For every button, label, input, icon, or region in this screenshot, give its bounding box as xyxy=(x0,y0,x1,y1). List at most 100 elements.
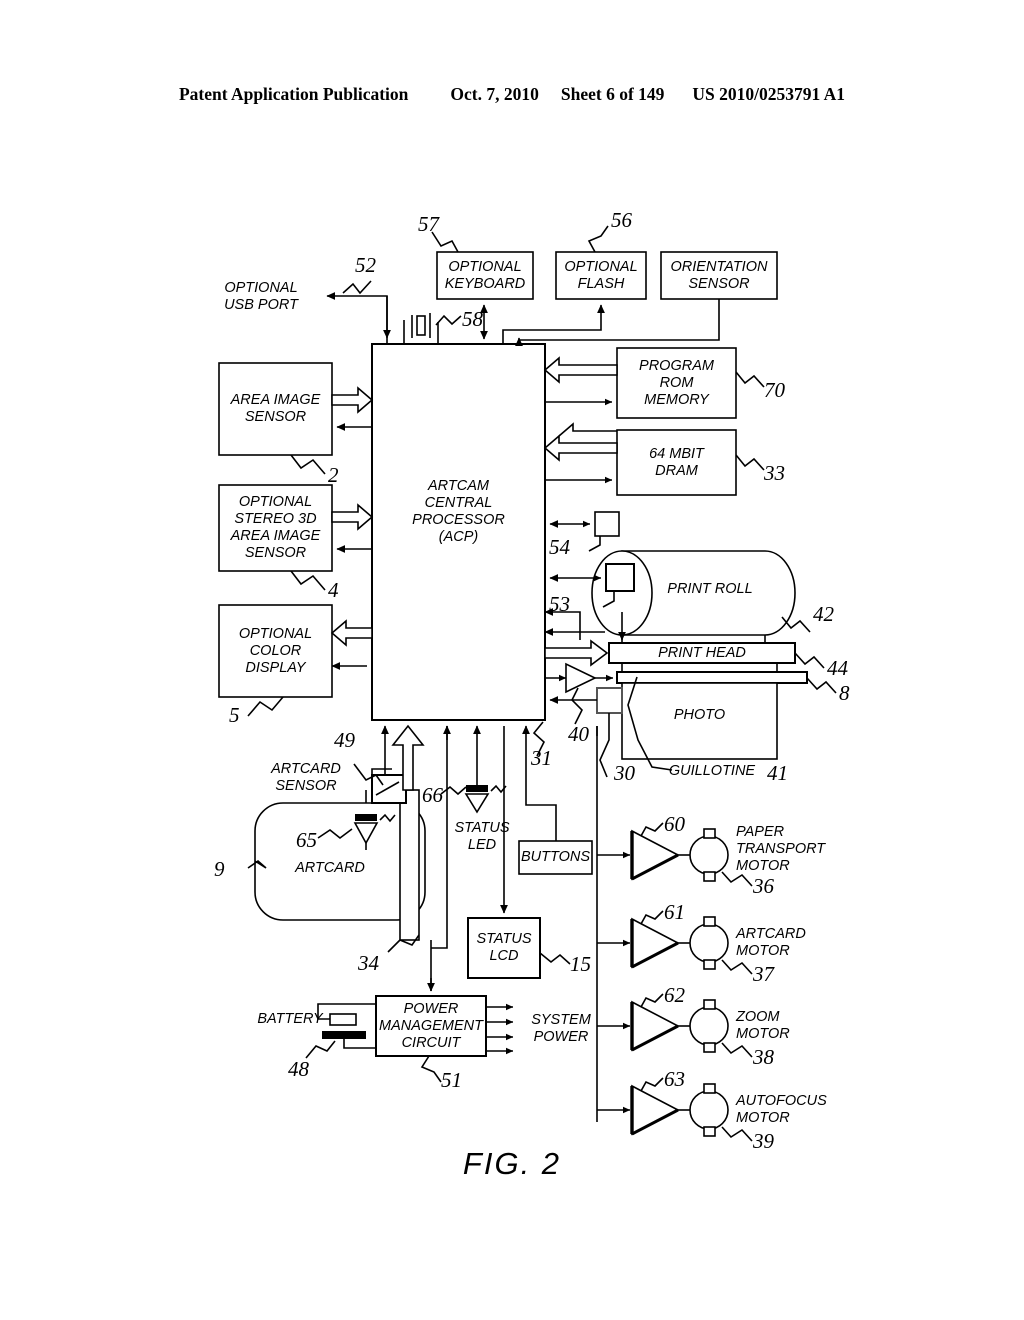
ref-numeral-31: 31 xyxy=(531,746,552,770)
leader-30 xyxy=(599,713,610,778)
motor-37-term-bot xyxy=(703,959,716,970)
box-optional-keyboard xyxy=(436,251,534,300)
wire-usb-port xyxy=(326,292,388,344)
box-node-54 xyxy=(594,511,620,537)
motor-36 xyxy=(689,835,729,875)
ref-numeral-70: 70 xyxy=(764,378,785,402)
leader-60 xyxy=(640,822,664,837)
leader-48 xyxy=(305,1040,336,1059)
motor-38-term-top xyxy=(703,999,716,1010)
ref-numeral-33: 33 xyxy=(764,461,785,485)
ref-numeral-56: 56 xyxy=(611,208,632,232)
leader-4 xyxy=(290,570,326,591)
leader-38 xyxy=(721,1042,753,1058)
bar-paper-8 xyxy=(616,671,808,684)
leader-5 xyxy=(247,696,284,717)
battery-cell-bottom xyxy=(322,1031,366,1039)
leader-62 xyxy=(640,993,664,1008)
figure-caption: FIG. 2 xyxy=(462,1146,562,1181)
box-power-management xyxy=(375,995,487,1057)
ref-numeral-37: 37 xyxy=(753,962,774,986)
shape-amp-40 xyxy=(565,662,597,694)
leader-39 xyxy=(721,1126,753,1142)
ref-numeral-41: 41 xyxy=(767,761,788,785)
leader-54 xyxy=(588,536,601,552)
wire-display-out xyxy=(330,619,373,647)
ref-numeral-52: 52 xyxy=(355,253,376,277)
motor-39 xyxy=(689,1090,729,1130)
leader-40 xyxy=(571,687,583,725)
box-node-30 xyxy=(596,687,623,714)
box-buttons xyxy=(518,840,593,875)
ref-numeral-5: 5 xyxy=(229,703,240,727)
ref-numeral-61: 61 xyxy=(664,900,685,924)
motor-37-term-top xyxy=(703,916,716,927)
wire-orientation xyxy=(515,299,720,346)
wire-ais-out-1 xyxy=(331,386,374,414)
ref-numeral-62: 62 xyxy=(664,983,685,1007)
wire-stereo-out xyxy=(331,503,374,531)
motor-39-term-bot xyxy=(703,1126,716,1137)
motor-36-term-top xyxy=(703,828,716,839)
led66-triangle xyxy=(464,793,490,814)
ref-numeral-48: 48 xyxy=(288,1057,309,1081)
amp-63 xyxy=(631,1084,680,1136)
ref-numeral-4: 4 xyxy=(328,578,339,602)
leader-70 xyxy=(735,371,765,388)
ref-numeral-51: 51 xyxy=(441,1068,462,1092)
box-status-lcd xyxy=(467,917,541,979)
battery-wire-bottom xyxy=(343,1039,376,1049)
leader-63 xyxy=(640,1077,664,1092)
box-optional-flash xyxy=(555,251,647,300)
motor-38 xyxy=(689,1006,729,1046)
box-node-53 xyxy=(605,563,635,592)
battery-cell-top xyxy=(329,1013,357,1026)
wire-dram-arrow-left xyxy=(558,422,617,437)
figure-canvas: OPTIONAL KEYBOARD OPTIONAL FLASH ORIENTA… xyxy=(0,0,1024,1320)
box-photo xyxy=(621,682,778,760)
wire-printhead-bus xyxy=(544,639,609,667)
ref-numeral-44: 44 xyxy=(827,656,848,680)
leader-37 xyxy=(721,959,753,975)
ref-numeral-57: 57 xyxy=(418,212,439,236)
leader-2 xyxy=(290,454,326,475)
leader-61 xyxy=(640,910,664,925)
amp-60 xyxy=(631,829,680,881)
box-color-display xyxy=(218,604,333,698)
ref-numeral-8: 8 xyxy=(839,681,850,705)
ref-numeral-53: 53 xyxy=(549,592,570,616)
ref-numeral-54: 54 xyxy=(549,535,570,559)
ref-numeral-38: 38 xyxy=(753,1045,774,1069)
box-area-image-sensor xyxy=(218,362,333,456)
ref-numeral-65: 65 xyxy=(296,828,317,852)
box-program-rom xyxy=(616,347,737,419)
ref-numeral-9: 9 xyxy=(214,857,225,881)
wire-rom-out xyxy=(543,356,618,384)
ref-numeral-30: 30 xyxy=(614,761,635,785)
motor-36-term-bot xyxy=(703,871,716,882)
ref-numeral-58: 58 xyxy=(462,307,483,331)
motor-37 xyxy=(689,923,729,963)
box-print-head xyxy=(608,642,796,664)
motor-39-term-top xyxy=(703,1083,716,1094)
ref-numeral-66: 66 xyxy=(422,783,443,807)
wire-buttons-up xyxy=(522,725,557,841)
ref-numeral-40: 40 xyxy=(568,722,589,746)
box-artcard-sensor xyxy=(371,774,407,804)
amp-62 xyxy=(631,1000,680,1052)
leader-66 xyxy=(440,785,467,796)
ref-numeral-49: 49 xyxy=(334,728,355,752)
diagram-svg xyxy=(218,225,837,1142)
ref-numeral-63: 63 xyxy=(664,1067,685,1091)
ref-numeral-36: 36 xyxy=(753,874,774,898)
leader-52 xyxy=(342,280,372,295)
leader-51 xyxy=(420,1055,442,1083)
ref-numeral-60: 60 xyxy=(664,812,685,836)
wire-status-to-power xyxy=(431,940,448,949)
shape-artcard-strip xyxy=(399,789,420,941)
xtal-body xyxy=(416,315,426,336)
leader-44 xyxy=(794,652,825,669)
ref-numeral-34: 34 xyxy=(358,951,379,975)
box-stereo-sensor xyxy=(218,484,333,572)
leader-33 xyxy=(735,454,765,471)
